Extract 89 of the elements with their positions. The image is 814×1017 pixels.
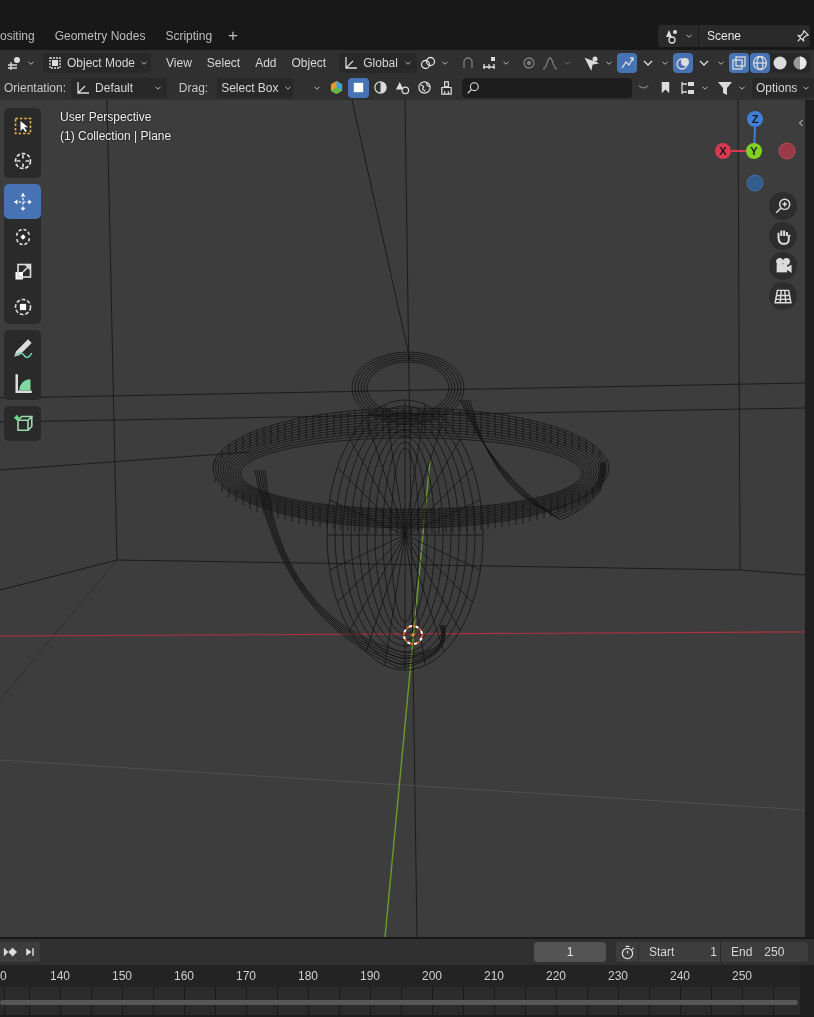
stopwatch-icon: [619, 944, 635, 960]
half-sphere-icon: [792, 54, 808, 71]
add-cube-icon: [12, 413, 33, 434]
end-frame-field[interactable]: End 250: [720, 942, 808, 962]
camera-icon: [774, 257, 792, 275]
axes-icon: [6, 54, 22, 71]
menu-item[interactable]: View: [159, 52, 199, 73]
pencil-icon: [12, 337, 33, 358]
camera-button[interactable]: [769, 252, 797, 280]
axes-arrow-icon: [343, 54, 360, 71]
drag-label: Drag:: [178, 80, 210, 95]
workspace-tab[interactable]: Scripting: [155, 24, 223, 48]
mode-dropdown[interactable]: Object Mode: [43, 52, 151, 73]
view-name: User Perspective: [60, 110, 153, 124]
link-icon: [420, 54, 437, 71]
transform-icon: [12, 296, 33, 317]
hexagon-icon: [328, 80, 344, 95]
filter-icon: [717, 79, 733, 96]
shapes-icon: [664, 28, 680, 44]
jump-end-icon: [24, 946, 36, 958]
axis-handle[interactable]: [746, 174, 764, 192]
select-box-icon: [12, 115, 33, 136]
frame-number: 210: [483, 969, 505, 983]
grid-button[interactable]: [769, 282, 797, 310]
frame-number: 140: [49, 969, 71, 983]
scene-selector[interactable]: Scene: [658, 25, 810, 47]
zoom-button[interactable]: [769, 192, 797, 220]
frame-number: 200: [421, 969, 443, 983]
context-label: (1) Collection | Plane: [60, 129, 172, 143]
overlays-toggle[interactable]: [673, 52, 693, 73]
cube-select-icon: [47, 54, 63, 71]
globe-icon: [416, 80, 432, 95]
workspace-tab[interactable]: ositing: [0, 24, 45, 48]
move-tool-button[interactable]: [4, 184, 41, 219]
axis-handle[interactable]: [778, 142, 796, 160]
xray-toggle[interactable]: [729, 52, 749, 73]
shapes-icon: [394, 80, 410, 95]
axes-arrow-icon: [75, 79, 92, 96]
pan-button[interactable]: [769, 222, 797, 250]
search-field[interactable]: [461, 77, 632, 98]
frame-number: 150: [111, 969, 133, 983]
cursor-icon: [12, 150, 33, 171]
sphere-icon: [772, 54, 788, 71]
zoom-icon: [774, 197, 792, 215]
frame-number: 250: [731, 969, 753, 983]
box-mode-button[interactable]: [347, 77, 369, 98]
frame-number: 0: [0, 969, 7, 983]
scene-name: Scene: [706, 29, 743, 43]
frame-number: 230: [607, 969, 629, 983]
options-dropdown[interactable]: Options: [752, 77, 814, 98]
ruler-icon: [481, 54, 498, 71]
start-frame-field[interactable]: Start 1: [638, 942, 720, 962]
grid-icon: [774, 287, 792, 305]
arrow-icon: [619, 54, 635, 71]
axis-handle[interactable]: X: [715, 143, 731, 159]
wire-sphere-icon: [752, 54, 768, 71]
brush-icon: [438, 80, 454, 95]
add-workspace-button[interactable]: +: [222, 26, 244, 46]
jump-keyframe-icon: [3, 945, 17, 959]
timeline-scrollbar[interactable]: [0, 1000, 798, 1005]
frame-number: 180: [297, 969, 319, 983]
axis-handle[interactable]: Z: [747, 111, 763, 127]
gizmos-toggle[interactable]: [617, 52, 637, 73]
orientation-label: Orientation:: [4, 80, 68, 95]
frame-number: 220: [545, 969, 567, 983]
3d-cursor-icon: [403, 625, 423, 645]
menu-item[interactable]: Object: [284, 52, 334, 73]
drag-dropdown[interactable]: Select Box: [217, 77, 294, 98]
frame-number: 190: [359, 969, 381, 983]
menu-item[interactable]: Select: [199, 52, 248, 73]
half-circle-icon: [372, 80, 388, 95]
frame-number: 160: [173, 969, 195, 983]
move-icon: [12, 191, 33, 212]
shading-wireframe-button[interactable]: [750, 52, 770, 73]
current-frame-field[interactable]: 1: [534, 942, 606, 962]
eye-pointer-icon: [584, 54, 600, 71]
target-icon: [521, 54, 538, 71]
menu-item[interactable]: Add: [248, 52, 284, 73]
frame-number: 170: [235, 969, 257, 983]
axis-handle[interactable]: Y: [746, 143, 762, 159]
workspace-tab[interactable]: Geometry Nodes: [44, 24, 156, 48]
hierarchy-icon: [680, 79, 696, 96]
pin-icon: [796, 29, 810, 43]
orientation-dropdown[interactable]: Default: [71, 77, 167, 98]
search-icon: [465, 80, 480, 95]
pan-icon: [774, 227, 792, 245]
frame-number: 240: [669, 969, 691, 983]
squares-icon: [731, 54, 747, 71]
orientation-dropdown[interactable]: Global: [339, 52, 418, 73]
